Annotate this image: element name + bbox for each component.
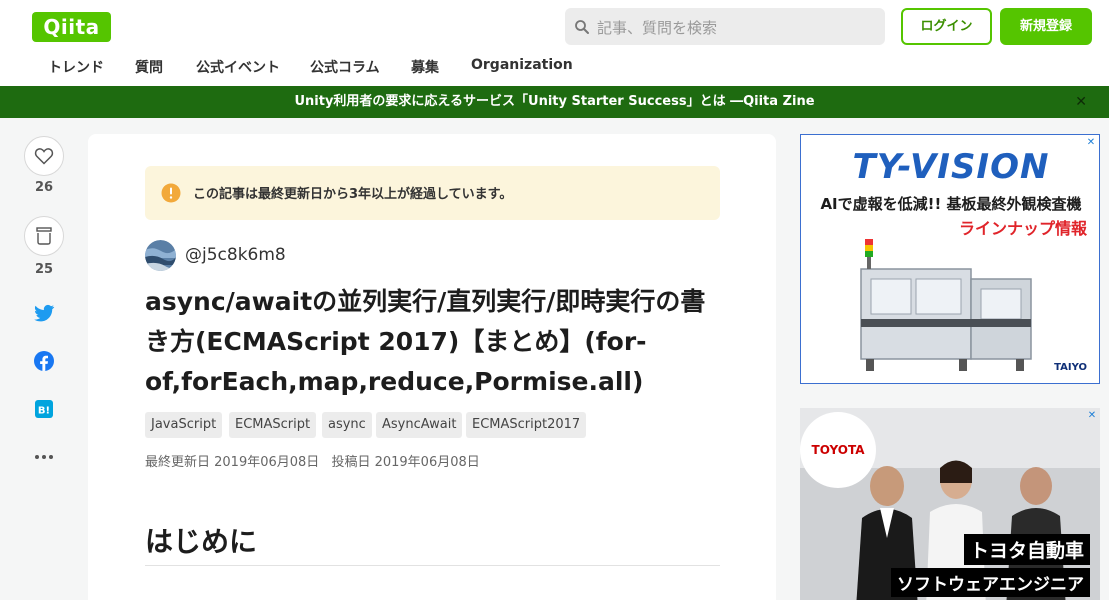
- site-header: Qiita 記事、質問を検索 ログイン 新規登録 トレンド 質問 公式イベント …: [0, 0, 1109, 86]
- notice-text: この記事は最終更新日から3年以上が経過しています。: [193, 187, 513, 202]
- search-input[interactable]: 記事、質問を検索: [565, 8, 885, 45]
- ad-toyota-badge: TOYOTA: [800, 412, 876, 488]
- heart-icon: [34, 148, 54, 165]
- banner-text[interactable]: Unity利用者の要求に応えるサービス「Unity Starter Succes…: [294, 94, 814, 109]
- stock-icon: [36, 227, 52, 245]
- tag-ecmascript[interactable]: ECMAScript: [229, 412, 317, 438]
- ad-brand: TY-VISION: [852, 147, 1050, 187]
- tag-async[interactable]: async: [322, 412, 372, 438]
- facebook-icon[interactable]: [32, 349, 56, 373]
- article-dates: 最終更新日 2019年06月08日 投稿日 2019年06月08日: [145, 451, 488, 470]
- article-title: async/awaitの並列実行/直列実行/即時実行の書き方(ECMAScrip…: [145, 287, 706, 396]
- nav-item-questions[interactable]: 質問: [135, 57, 163, 77]
- ad-close-icon[interactable]: ✕: [1086, 410, 1098, 422]
- nav-item-recruitment[interactable]: 募集: [411, 57, 439, 77]
- ad-caption-role: ソフトウェアエンジニア: [891, 568, 1090, 597]
- more-icon[interactable]: [32, 445, 56, 469]
- author-name[interactable]: @j5c8k6m8: [185, 245, 286, 265]
- ad-caption-company: トヨタ自動車: [963, 534, 1090, 565]
- stock-button[interactable]: [24, 216, 64, 256]
- article-actions: 26 25 B!: [0, 118, 88, 600]
- tag-javascript[interactable]: JavaScript: [145, 412, 223, 438]
- qiita-logo[interactable]: Qiita: [32, 12, 111, 42]
- ad-close-icon[interactable]: ✕: [1085, 137, 1097, 149]
- search-icon: [575, 20, 589, 34]
- nav-item-organization[interactable]: Organization: [471, 57, 573, 73]
- hatena-bookmark-icon[interactable]: B!: [32, 397, 56, 421]
- tag-ecmascript2017[interactable]: ECMAScript2017: [466, 412, 587, 438]
- svg-text:B!: B!: [38, 406, 50, 417]
- nav-item-official-events[interactable]: 公式イベント: [196, 57, 280, 77]
- tag-asyncawait[interactable]: AsyncAwait: [376, 412, 463, 438]
- nav-item-official-columns[interactable]: 公式コラム: [310, 57, 380, 77]
- ad-subheadline: ラインナップ情報: [958, 219, 1087, 238]
- ad-banner-toyota[interactable]: TOYOTA トヨタ自動車 ソフトウェアエンジニア ✕: [800, 408, 1100, 600]
- ad-headline: AIで虚報を低減!! 基板最終外観検査機: [820, 195, 1082, 213]
- nav-item-trend[interactable]: トレンド: [48, 57, 104, 77]
- close-icon[interactable]: ✕: [1075, 86, 1087, 118]
- section-heading: はじめに: [145, 525, 258, 558]
- signup-button[interactable]: 新規登録: [1000, 8, 1092, 45]
- like-button[interactable]: [24, 136, 64, 176]
- outdated-notice: この記事は最終更新日から3年以上が経過しています。: [145, 166, 720, 220]
- stock-count: 25: [34, 262, 54, 277]
- warning-icon: [161, 183, 181, 203]
- ad-banner-ty-vision[interactable]: TY-VISION AIで虚報を低減!! 基板最終外観検査機 ラインナップ情報 …: [800, 134, 1100, 384]
- promo-banner[interactable]: Unity利用者の要求に応えるサービス「Unity Starter Succes…: [0, 86, 1109, 118]
- heading-divider: [145, 565, 720, 566]
- ad-logo: TAIYO: [1054, 362, 1087, 373]
- inspection-machine-image: [860, 239, 1032, 371]
- search-placeholder: 記事、質問を検索: [597, 19, 718, 37]
- avatar[interactable]: [145, 240, 176, 271]
- login-button[interactable]: ログイン: [901, 8, 992, 45]
- twitter-icon[interactable]: [32, 301, 56, 325]
- posted-date: 投稿日 2019年06月08日: [331, 455, 480, 470]
- updated-date: 最終更新日 2019年06月08日: [145, 455, 320, 470]
- like-count: 26: [34, 180, 54, 195]
- article-card: この記事は最終更新日から3年以上が経過しています。 @j5c8k6m8 asyn…: [88, 134, 776, 600]
